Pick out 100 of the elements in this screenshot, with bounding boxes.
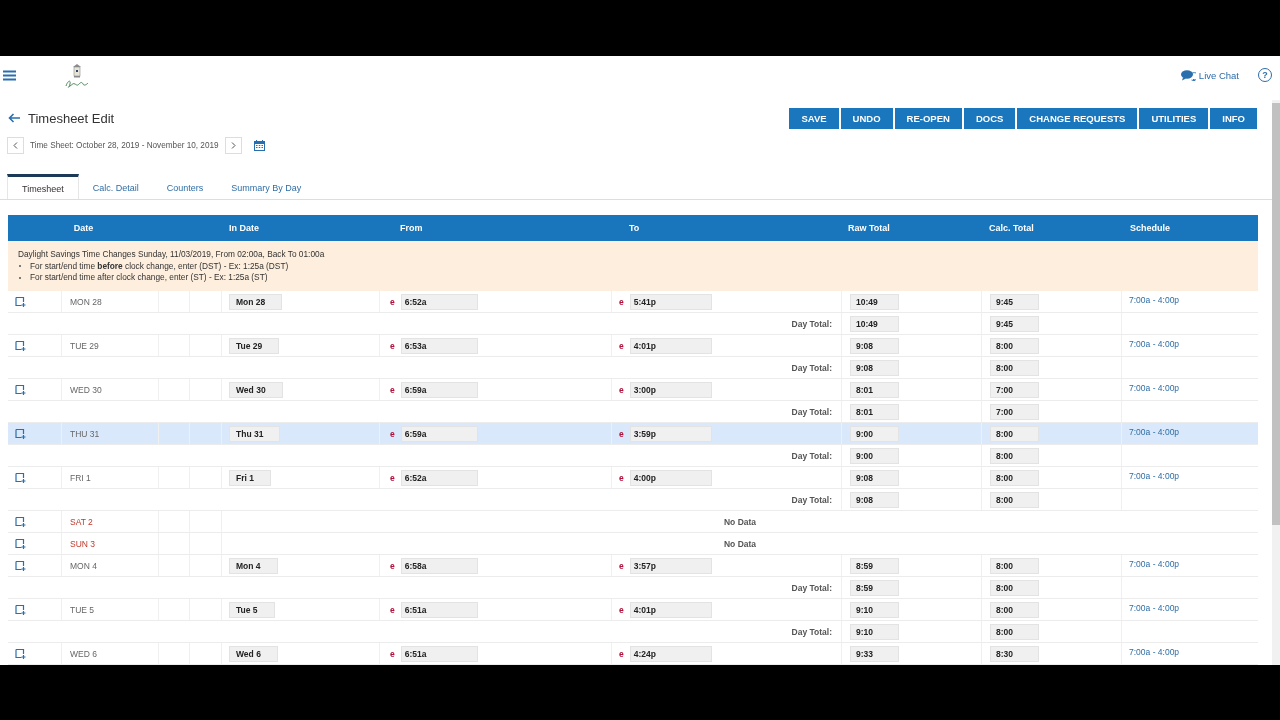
in-date-field[interactable]: Mon 4 [229,557,278,574]
day-label: FRI 1 [70,472,91,483]
entry-flag-label: e [390,472,395,483]
raw-total-field: 9:33 [850,645,899,662]
toolbar-button[interactable]: UTILITIES [1139,107,1209,129]
schedule-link[interactable]: 7:00a - 4:00p [1129,603,1180,613]
note-plus-icon[interactable] [15,560,26,571]
toolbar-button[interactable]: CHANGE REQUESTS [1017,107,1138,129]
tab[interactable]: Summary By Day [217,174,316,199]
in-date-field[interactable]: Tue 29 [229,337,280,354]
toolbar-button[interactable]: DOCS [963,107,1016,129]
to-time-field[interactable]: 3:59p [629,425,712,442]
tab[interactable]: Timesheet [7,174,79,199]
back-arrow-icon[interactable] [8,113,20,123]
column-header: Raw Total [848,223,890,233]
to-time-field[interactable]: 3:00p [629,381,712,398]
timesheet-row[interactable]: WED 30 Wed 30 e 6:59a e 3:00p 8:01 7:00 7:00a - 4:00p [8,379,1258,401]
in-date-field[interactable]: Fri 1 [229,469,271,486]
to-time-field[interactable]: 4:01p [629,337,712,354]
day-label: THU 31 [70,428,100,439]
from-time-field[interactable]: 6:53a [400,337,478,354]
tab[interactable]: Calc. Detail [78,174,153,199]
note-plus-icon[interactable] [15,384,26,395]
calc-total-field: 9:45 [990,293,1039,310]
in-date-field[interactable]: Thu 31 [229,425,281,442]
timesheet-row[interactable]: TUE 5 Tue 5 e 6:51a e 4:01p 9:10 8:00 7:00a - 4:00p [8,599,1258,621]
entry-flag-label: e [390,384,395,395]
dst-notice-text: For start/end time after clock change, enter (ST) - Ex: 1:25a (ST) [30,272,268,284]
timesheet-row[interactable]: MON 4 Mon 4 e 6:58a e 3:57p 8:59 8:00 7:00a - 4:00p [8,555,1258,577]
entry-flag-label: e [390,428,395,439]
from-time-field[interactable]: 6:51a [400,645,478,662]
toolbar-button[interactable]: SAVE [789,107,839,129]
raw-total-field: 9:08 [850,469,899,486]
note-plus-icon[interactable] [15,340,26,351]
from-time-field[interactable]: 6:59a [400,425,478,442]
raw-total-field: 8:01 [850,381,899,398]
entry-flag-label: e [390,296,395,307]
toolbar-button[interactable]: UNDO [840,107,893,129]
calendar-icon[interactable] [253,139,265,151]
in-date-field[interactable]: Wed 6 [229,645,278,662]
timesheet-row[interactable]: SAT 2 No Data [8,511,1258,533]
live-chat-link[interactable]: Live Chat [1180,69,1239,81]
timesheet-row[interactable]: TUE 29 Tue 29 e 6:53a e 4:01p 9:08 8:00 7:00a - 4:00p [8,335,1258,357]
raw-total-field: 9:00 [850,425,899,442]
page-title: Timesheet Edit [28,110,115,126]
day-total-label: Day Total: [791,494,832,505]
note-plus-icon[interactable] [15,296,26,307]
raw-total-field: 8:59 [850,557,899,574]
note-plus-icon[interactable] [15,472,26,483]
calc-total-field: 8:00 [990,469,1039,486]
to-time-field[interactable]: 4:01p [629,601,712,618]
tab[interactable]: Counters [152,174,218,199]
from-time-field[interactable]: 6:59a [400,381,478,398]
column-header: To [629,223,640,233]
calc-total-field: 8:30 [990,645,1039,662]
calc-total-field: 8:00 [990,623,1039,640]
from-time-field[interactable]: 6:52a [400,293,478,310]
from-time-field[interactable]: 6:58a [400,557,478,574]
day-total-label: Day Total: [791,582,832,593]
toolbar-button[interactable]: INFO [1210,107,1257,129]
to-time-field[interactable]: 5:41p [629,293,712,310]
entry-flag-label: e [390,560,395,571]
day-label: SUN 3 [70,538,96,549]
schedule-link[interactable]: 7:00a - 4:00p [1129,559,1180,569]
in-date-field[interactable]: Mon 28 [229,293,283,310]
schedule-link[interactable]: 7:00a - 4:00p [1129,295,1180,305]
menu-icon[interactable] [3,69,16,81]
toolbar-button[interactable]: RE-OPEN [894,107,962,129]
raw-total-field: 9:10 [850,623,899,640]
in-date-field[interactable]: Tue 5 [229,601,275,618]
schedule-link[interactable]: 7:00a - 4:00p [1129,647,1180,657]
timesheet-row[interactable]: SUN 3 No Data [8,533,1258,555]
column-header: From [400,223,423,233]
schedule-link[interactable]: 7:00a - 4:00p [1129,471,1180,481]
raw-total-field: 9:10 [850,601,899,618]
calc-total-field: 7:00 [990,403,1039,420]
to-time-field[interactable]: 4:00p [629,469,712,486]
timesheet-row[interactable]: WED 6 Wed 6 e 6:51a e 4:24p 9:33 8:30 7:00a - 4:00p [8,643,1258,665]
day-label: MON 28 [70,296,102,307]
note-plus-icon[interactable] [15,538,26,549]
to-time-field[interactable]: 3:57p [629,557,712,574]
in-date-field[interactable]: Wed 30 [229,381,283,398]
schedule-link[interactable]: 7:00a - 4:00p [1129,339,1180,349]
raw-total-field: 9:08 [850,491,899,508]
note-plus-icon[interactable] [15,516,26,527]
note-plus-icon[interactable] [15,604,26,615]
to-time-field[interactable]: 4:24p [629,645,712,662]
calc-total-field: 8:00 [990,425,1039,442]
from-time-field[interactable]: 6:52a [400,469,478,486]
scrollbar[interactable] [1272,100,1280,665]
from-time-field[interactable]: 6:51a [400,601,478,618]
column-header: Date [73,223,94,233]
timesheet-row[interactable]: FRI 1 Fri 1 e 6:52a e 4:00p 9:08 8:00 7:00a - 4:00p [8,467,1258,489]
note-plus-icon[interactable] [15,428,26,439]
timesheet-row[interactable]: THU 31 Thu 31 e 6:59a e 3:59p 9:00 8:00 7:00a - 4:00p [8,423,1258,445]
schedule-link[interactable]: 7:00a - 4:00p [1129,383,1180,393]
schedule-link[interactable]: 7:00a - 4:00p [1129,427,1180,437]
timesheet-row[interactable]: MON 28 Mon 28 e 6:52a e 5:41p 10:49 9:45 7:00a - 4:00p [8,291,1258,313]
calc-total-field: 8:00 [990,359,1039,376]
note-plus-icon[interactable] [15,648,26,659]
